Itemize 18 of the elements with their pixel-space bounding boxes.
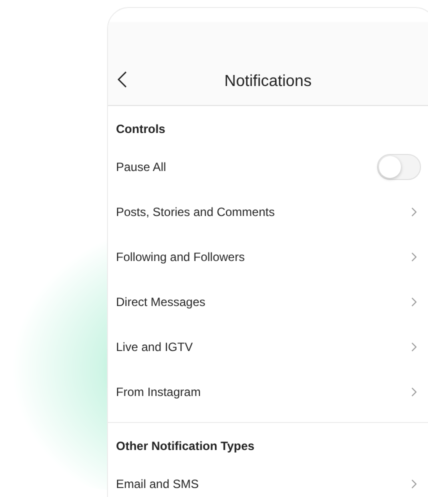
chevron-right-icon[interactable] — [411, 206, 417, 216]
setting-label[interactable]: From Instagram — [116, 384, 201, 398]
back-icon[interactable] — [117, 71, 127, 88]
setting-label[interactable]: Live and IGTV — [116, 340, 193, 354]
chevron-right-icon[interactable] — [411, 386, 417, 396]
setting-label[interactable]: Following and Followers — [116, 250, 245, 264]
chevron-right-icon[interactable] — [411, 478, 417, 488]
setting-label[interactable]: Email and SMS — [116, 476, 199, 490]
chevron-right-icon[interactable] — [411, 342, 417, 352]
chevron-right-icon[interactable] — [411, 296, 417, 306]
section-heading: Other Notification Types — [115, 438, 256, 455]
setting-label: Pause All — [116, 160, 166, 174]
toggle-switch[interactable] — [377, 154, 421, 180]
setting-label[interactable]: Direct Messages — [116, 294, 206, 308]
chevron-right-icon[interactable] — [411, 252, 417, 262]
screen-title: Notifications — [223, 73, 313, 92]
section-heading: Controls — [115, 121, 166, 138]
setting-label[interactable]: Posts, Stories and Comments — [116, 204, 275, 218]
